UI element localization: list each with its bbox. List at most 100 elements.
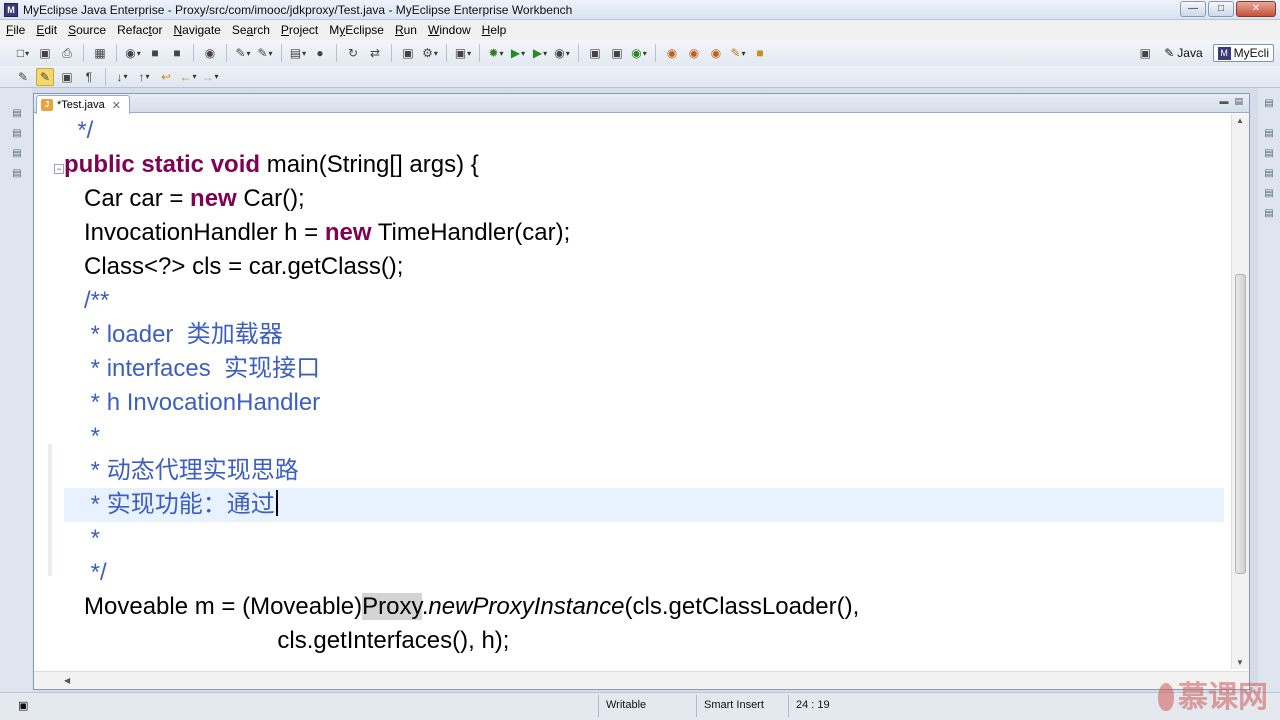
java-perspective-button[interactable]: ✎ Java: [1160, 45, 1206, 61]
scroll-down-icon[interactable]: ▼: [1236, 658, 1244, 667]
change-ruler-band: [48, 444, 52, 576]
left-trim-bar: ▤ ▤ ▤ ▤: [0, 88, 32, 692]
folder-icon[interactable]: ■: [751, 44, 769, 62]
code-area[interactable]: */ public static void main(String[] args)…: [64, 114, 1224, 669]
maximize-editor-icon[interactable]: ▤: [1234, 96, 1243, 107]
coverage-icon[interactable]: ◉: [553, 44, 571, 62]
horizontal-scrollbar[interactable]: ◀: [34, 671, 1249, 689]
outline-icon[interactable]: ▤: [10, 168, 24, 182]
menu-run[interactable]: Run: [395, 23, 417, 37]
menu-edit[interactable]: Edit: [36, 23, 57, 37]
open-type-icon[interactable]: ◉: [663, 44, 681, 62]
code-token: * 动态代理实现思路: [84, 457, 299, 484]
fast-view-icon[interactable]: ▣: [18, 699, 28, 712]
refresh-icon[interactable]: ↻: [344, 44, 362, 62]
next-annotation-icon[interactable]: ↓: [113, 68, 131, 86]
console-icon[interactable]: ▤: [1262, 188, 1276, 202]
scroll-thumb[interactable]: [1235, 274, 1246, 574]
restore-icon[interactable]: ▤: [1262, 98, 1276, 112]
close-tab-icon[interactable]: ✕: [112, 99, 121, 112]
block-selection-icon[interactable]: ▣: [58, 68, 76, 86]
open-resource-icon[interactable]: ◉: [685, 44, 703, 62]
java-perspective-icon: ✎: [1164, 46, 1175, 60]
deploy-icon[interactable]: ✎: [234, 44, 252, 62]
toggle-mark-occurrences-icon[interactable]: ✎: [14, 68, 32, 86]
menu-source[interactable]: Source: [68, 23, 106, 37]
window-controls: — □ ✕: [1180, 1, 1276, 17]
new-class-wizard-icon[interactable]: ◉: [630, 44, 648, 62]
tab-test-java[interactable]: J *Test.java ✕: [36, 95, 130, 114]
toolbar-separator: [336, 44, 337, 62]
writable-status: Writable: [606, 699, 647, 711]
code-token: * h InvocationHandler: [84, 389, 321, 416]
new-class-icon[interactable]: ▣: [608, 44, 626, 62]
code-token: * interfaces 实现接口: [84, 355, 321, 382]
run-external-icon[interactable]: ▶: [531, 44, 549, 62]
search-icon[interactable]: ◉: [707, 44, 725, 62]
menu-navigate[interactable]: Navigate: [173, 23, 220, 37]
sync-icon[interactable]: ⇄: [366, 44, 384, 62]
menu-help[interactable]: Help: [482, 23, 507, 37]
code-token: cls.getInterfaces(), h);: [277, 627, 510, 654]
hierarchy-icon[interactable]: ▤: [10, 148, 24, 162]
open-perspective-icon[interactable]: ▣: [1136, 44, 1154, 62]
scroll-up-icon[interactable]: ▲: [1236, 116, 1244, 125]
menu-refactor[interactable]: Refactor: [117, 23, 162, 37]
task-list-icon[interactable]: ▤: [1262, 148, 1276, 162]
previous-annotation-icon[interactable]: ↑: [135, 68, 153, 86]
main-toolbar: □ ▣ ⎙ ▦ ◉ ■ ■ ◉ ✎ ✎ ▤ ● ↻ ⇄ ▣ ⚙ ▣ ✹ ▶ ▶ …: [0, 40, 1280, 66]
status-separator: [598, 695, 599, 717]
toolbar-separator: [193, 44, 194, 62]
server-icon[interactable]: ▦: [91, 44, 109, 62]
settings-icon[interactable]: ⚙: [421, 44, 439, 62]
open-project-icon[interactable]: ◉: [201, 44, 219, 62]
globe-icon[interactable]: ●: [311, 44, 329, 62]
maximize-button[interactable]: □: [1208, 1, 1234, 17]
package-explorer-icon[interactable]: ▤: [10, 128, 24, 142]
restore-icon[interactable]: ▤: [10, 108, 24, 122]
menu-search[interactable]: Search: [232, 23, 270, 37]
new-web-project-icon[interactable]: ◉: [124, 44, 142, 62]
new-icon[interactable]: □: [14, 44, 32, 62]
close-button[interactable]: ✕: [1236, 1, 1276, 17]
debug-icon[interactable]: ✹: [487, 44, 505, 62]
back-icon[interactable]: ←: [179, 68, 197, 86]
myeclipse-perspective-label: MyEcli: [1233, 46, 1269, 60]
print-icon[interactable]: ⎙: [58, 44, 76, 62]
servers-icon[interactable]: ▤: [1262, 208, 1276, 222]
vertical-scrollbar[interactable]: ▲ ▼: [1231, 114, 1249, 669]
run-icon[interactable]: ▶: [509, 44, 527, 62]
menu-project[interactable]: Project: [281, 23, 318, 37]
database-icon[interactable]: ▤: [289, 44, 307, 62]
pen-icon[interactable]: ✎: [729, 44, 747, 62]
myeclipse-perspective-button[interactable]: M MyEcli: [1212, 44, 1274, 62]
minimize-button[interactable]: —: [1180, 1, 1206, 17]
edit-icon[interactable]: ✎: [256, 44, 274, 62]
show-whitespace-icon[interactable]: ¶: [80, 68, 98, 86]
problems-icon[interactable]: ▤: [1262, 168, 1276, 182]
imooc-watermark: 慕课网: [1158, 672, 1268, 716]
window-icon[interactable]: ▣: [454, 44, 472, 62]
last-edit-location-icon[interactable]: ↩: [157, 68, 175, 86]
minimize-editor-icon[interactable]: ▬: [1219, 96, 1228, 107]
code-token: Proxy: [362, 593, 422, 620]
menu-window[interactable]: Window: [428, 23, 471, 37]
code-line: cls.getInterfaces(), h);: [64, 624, 509, 658]
new-ejb-icon[interactable]: ■: [146, 44, 164, 62]
new-package-icon[interactable]: ■: [168, 44, 186, 62]
toggle-highlight-icon[interactable]: ✎: [36, 67, 54, 86]
save-icon[interactable]: ▣: [36, 44, 54, 62]
forward-icon[interactable]: →: [201, 68, 219, 86]
scroll-left-icon[interactable]: ◀: [64, 676, 70, 685]
fold-collapse-icon[interactable]: −: [54, 164, 64, 174]
outline-view-icon[interactable]: ▤: [1262, 128, 1276, 142]
new-java-project-icon[interactable]: ▣: [586, 44, 604, 62]
code-line: * h InvocationHandler: [64, 386, 321, 420]
menu-file[interactable]: File: [6, 23, 25, 37]
menu-myeclipse[interactable]: MyEclipse: [329, 23, 384, 37]
external-tools-icon[interactable]: ▣: [399, 44, 417, 62]
